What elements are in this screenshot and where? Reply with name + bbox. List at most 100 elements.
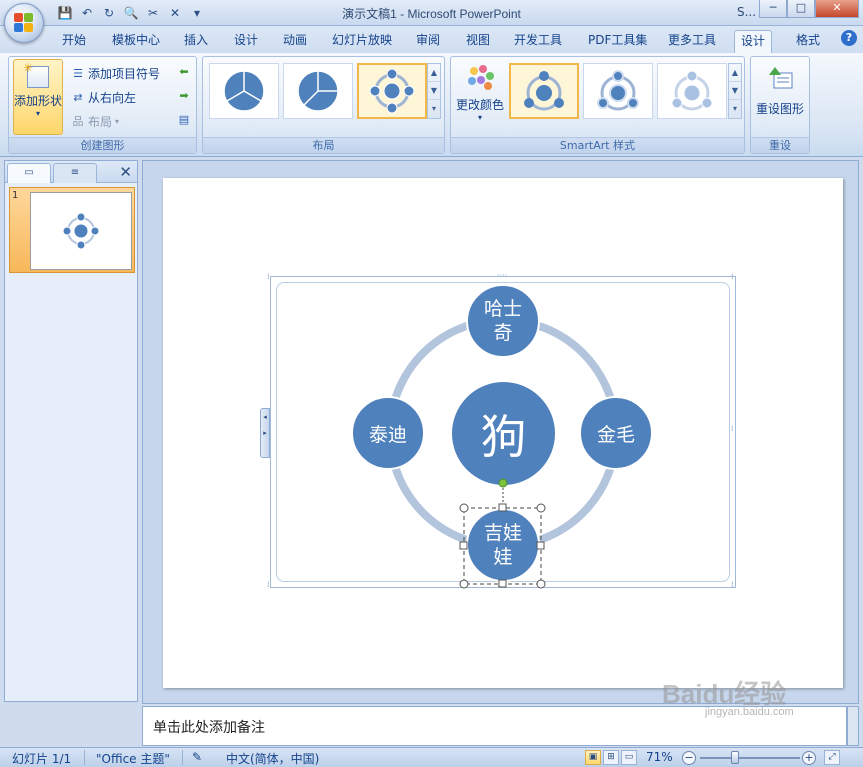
tab-slides-view[interactable]: ▭: [7, 163, 51, 183]
reset-graphic-icon: [769, 67, 793, 89]
watermark-url: jingyan.baidu.com: [705, 706, 794, 718]
window-controls: ─ □ ✕: [759, 0, 859, 18]
swap-arrows-icon: ⇄: [73, 90, 83, 104]
tab-outline-view[interactable]: ≡: [53, 163, 97, 183]
slide-canvas[interactable]: ◂▸ ⁞ ···· ⁞ ⁞ ⁞ ···· ⁞ 狗 哈士奇 金毛 泰迪 吉娃娃: [163, 178, 843, 688]
text-pane-toggle-icon[interactable]: ◂ ▸: [260, 408, 270, 458]
close-window-button[interactable]: ✕: [815, 0, 859, 18]
tab-design[interactable]: 设计: [228, 30, 264, 53]
gallery-down-icon[interactable]: ▼: [428, 82, 440, 100]
tab-template-center[interactable]: 模板中心: [106, 30, 166, 53]
status-bar: 幻灯片 1/1 "Office 主题" ✎ 中文(简体，中国) ▣ ⊞ ▭ 71…: [0, 747, 863, 767]
group-create-graphic: ✳ 添加形状 ▾ ☰ 添加项目符号 ⇄ 从右向左 品 布局 ▾ ⬅ ➡ ▤ 创建…: [8, 56, 197, 154]
tab-review[interactable]: 审阅: [410, 30, 446, 53]
change-colors-chevron-down-icon: ▾: [477, 113, 482, 122]
zoom-in-icon[interactable]: +: [802, 751, 816, 765]
promote-button[interactable]: ⬅: [177, 65, 191, 79]
language-status[interactable]: 中文(简体，中国): [226, 750, 319, 767]
layouts-gallery-scroll: ▲ ▼ ▾: [427, 63, 441, 119]
tab-view[interactable]: 视图: [460, 30, 496, 53]
demote-button[interactable]: ➡: [177, 89, 191, 103]
style-subtle-effect-thumbnail-icon: [671, 70, 713, 111]
tab-pdf-tools[interactable]: PDF工具集: [582, 30, 653, 53]
selection-handles: [459, 478, 546, 589]
style-option-simple-fill[interactable]: [509, 63, 579, 119]
slide-editing-area: ◂▸ ⁞ ···· ⁞ ⁞ ⁞ ···· ⁞ 狗 哈士奇 金毛 泰迪 吉娃娃: [142, 160, 859, 704]
zoom-out-icon[interactable]: −: [682, 751, 696, 765]
tab-insert[interactable]: 插入: [178, 30, 214, 53]
zoom-slider-track[interactable]: [700, 757, 800, 759]
fit-to-window-icon[interactable]: ⤢: [824, 750, 840, 765]
group-label-create-graphic: 创建图形: [9, 137, 196, 153]
tab-more-tools[interactable]: 更多工具: [662, 30, 722, 53]
layout-option-radial-cycle[interactable]: [357, 63, 427, 119]
right-to-left-label: 从右向左: [88, 91, 137, 105]
add-bullet-label: 添加项目符号: [88, 67, 161, 81]
minimize-button[interactable]: ─: [759, 0, 787, 18]
layout-label: 布局: [88, 115, 113, 129]
promote-arrow-left-icon: ⬅: [179, 65, 189, 78]
office-button[interactable]: [4, 3, 44, 43]
slideshow-view-icon[interactable]: ▭: [621, 750, 637, 765]
slide-thumbnail-selected[interactable]: 1: [9, 187, 135, 273]
group-label-layouts: 布局: [203, 137, 444, 153]
style-option-subtle-effect[interactable]: [657, 63, 727, 119]
gallery-up-icon[interactable]: ▲: [428, 64, 440, 82]
text-pane-button[interactable]: ▤: [177, 113, 191, 127]
style-simple-fill-thumbnail-icon: [524, 71, 564, 111]
demote-arrow-right-icon: ➡: [179, 89, 189, 102]
add-shape-button[interactable]: ✳ 添加形状 ▾: [13, 59, 63, 135]
tab-smartart-design[interactable]: 设计: [734, 30, 773, 53]
notes-placeholder[interactable]: 单击此处添加备注: [153, 717, 265, 737]
style-option-white-outline[interactable]: [583, 63, 653, 119]
reset-graphic-button[interactable]: 重设图形: [754, 59, 806, 135]
styles-up-icon[interactable]: ▲: [729, 64, 741, 82]
help-icon[interactable]: ?: [841, 30, 857, 46]
slide-thumbnail: [30, 192, 132, 270]
styles-down-icon[interactable]: ▼: [729, 82, 741, 100]
zoom-slider-thumb[interactable]: [731, 751, 739, 764]
layout-option-segmented-cycle[interactable]: [209, 63, 279, 119]
text-pane-icon: ▤: [178, 113, 190, 126]
layout-chevron-down-icon: ▾: [115, 117, 120, 126]
add-shape-label: 添加形状: [14, 94, 63, 108]
ribbon: ✳ 添加形状 ▾ ☰ 添加项目符号 ⇄ 从右向左 品 布局 ▾ ⬅ ➡ ▤ 创建…: [0, 53, 863, 157]
group-label-reset: 重设: [751, 137, 809, 153]
tab-format[interactable]: 格式: [790, 30, 826, 53]
office-logo-icon: [14, 13, 34, 33]
styles-more-icon[interactable]: ▾: [729, 100, 741, 118]
notes-scrollbar[interactable]: [847, 706, 859, 746]
title-bar: 💾 ↶ ↻ 🔍 ✂ ✕ ▾ 演示文稿1 - Microsoft PowerPoi…: [0, 0, 863, 26]
change-colors-button[interactable]: 更改颜色 ▾: [454, 59, 506, 135]
window-title-suffix: S...: [737, 5, 757, 19]
reset-graphic-label: 重设图形: [755, 102, 804, 116]
bullet-list-icon: ☰: [73, 66, 83, 80]
zoom-level[interactable]: 71%: [646, 750, 673, 764]
theme-status: "Office 主题": [96, 752, 170, 766]
status-divider: [84, 750, 85, 765]
right-to-left-button[interactable]: ⇄ 从右向左: [71, 89, 136, 106]
normal-view-icon[interactable]: ▣: [585, 750, 601, 765]
group-reset: 重设图形 重设: [750, 56, 810, 154]
add-bullet-button[interactable]: ☰ 添加项目符号: [71, 65, 160, 82]
color-palette-icon: [468, 65, 494, 90]
window-title: 演示文稿1 - Microsoft PowerPoint: [342, 7, 521, 21]
layout-dropdown-button[interactable]: 品 布局 ▾: [71, 113, 120, 130]
group-layouts: ▲ ▼ ▾ 布局: [202, 56, 445, 154]
slide-sorter-view-icon[interactable]: ⊞: [603, 750, 619, 765]
slides-panel-tabs: ▭ ≡ ✕: [5, 161, 137, 183]
maximize-button[interactable]: □: [787, 0, 815, 18]
tab-slideshow[interactable]: 幻灯片放映: [326, 30, 398, 53]
group-label-smartart-styles: SmartArt 样式: [451, 137, 744, 153]
tab-home[interactable]: 开始: [56, 30, 92, 53]
smartart-frame[interactable]: ⁞ ···· ⁞ ⁞ ⁞ ···· ⁞ 狗 哈士奇 金毛 泰迪 吉娃娃: [267, 272, 736, 591]
gallery-more-icon[interactable]: ▾: [428, 100, 440, 118]
layout-option-pie-cycle[interactable]: [283, 63, 353, 119]
change-colors-text: 更改颜色: [455, 98, 504, 112]
close-panel-icon[interactable]: ✕: [119, 163, 132, 181]
tab-animations[interactable]: 动画: [277, 30, 313, 53]
spellcheck-icon[interactable]: ✎: [192, 750, 202, 764]
smartart-thumbnail-icon: [62, 212, 100, 250]
group-smartart-styles: 更改颜色 ▾ ▲ ▼ ▾ SmartArt 样式: [450, 56, 745, 154]
tab-developer[interactable]: 开发工具: [508, 30, 568, 53]
